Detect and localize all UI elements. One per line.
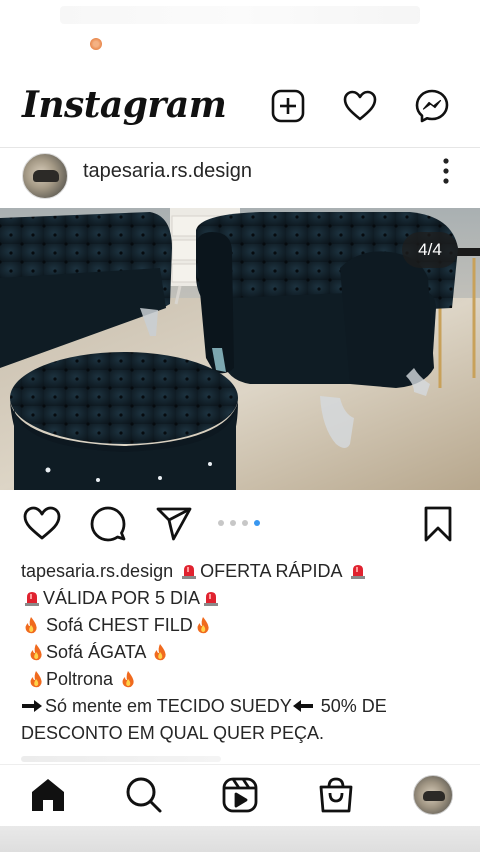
- fire-icon: [30, 644, 42, 661]
- profile-avatar[interactable]: [413, 775, 453, 815]
- caption-discount: 50% DE: [315, 696, 387, 716]
- home-icon[interactable]: [28, 775, 68, 815]
- new-post-icon[interactable]: [270, 88, 306, 124]
- share-icon[interactable]: [154, 504, 194, 544]
- fire-icon: [25, 617, 37, 634]
- post-avatar[interactable]: [22, 153, 68, 199]
- right-arrow-icon: [22, 700, 42, 712]
- status-bar: [0, 0, 480, 70]
- siren-icon: [182, 565, 197, 579]
- carousel-dot-active: [254, 520, 260, 526]
- heart-icon[interactable]: [342, 88, 378, 124]
- caption-line-3: Sofá CHEST FILD: [21, 612, 461, 639]
- caption-username[interactable]: tapesaria.rs.design: [21, 561, 173, 581]
- messenger-icon[interactable]: [414, 88, 450, 124]
- caption-line-5: Poltrona: [21, 666, 461, 693]
- comment-icon[interactable]: [88, 504, 128, 544]
- siren-icon: [350, 565, 365, 579]
- app-header: Instagram: [0, 70, 480, 148]
- caption-discount-2: DESCONTO EM QUAL QUER PEÇA.: [21, 723, 325, 743]
- carousel-dot: [218, 520, 224, 526]
- caption-offer: OFERTA RÁPIDA: [200, 561, 342, 581]
- status-bar-blur: [60, 6, 420, 24]
- instagram-logo[interactable]: Instagram: [22, 84, 227, 126]
- cut-off-text: [21, 756, 221, 762]
- notification-icon: [90, 38, 102, 50]
- fire-icon: [30, 671, 42, 688]
- caption-line-7: DESCONTO EM QUAL QUER PEÇA.: [21, 720, 461, 747]
- more-options-icon[interactable]: [436, 156, 456, 186]
- caption-line-2: VÁLIDA POR 5 DIA: [21, 585, 461, 612]
- system-navigation-bar: [0, 826, 480, 852]
- search-icon[interactable]: [124, 775, 164, 815]
- caption-sofa-chest: Sofá CHEST FILD: [41, 615, 193, 635]
- caption-poltrona: Poltrona: [46, 669, 119, 689]
- shop-icon[interactable]: [316, 775, 356, 815]
- bottom-navigation: [0, 764, 480, 826]
- fire-icon: [122, 671, 134, 688]
- carousel-page-indicator: 4/4: [402, 232, 458, 268]
- carousel-dot: [242, 520, 248, 526]
- post-header: tapesaria.rs.design: [0, 148, 480, 208]
- reels-icon[interactable]: [220, 775, 260, 815]
- like-icon[interactable]: [22, 504, 62, 544]
- fire-icon: [197, 617, 209, 634]
- carousel-dot: [230, 520, 236, 526]
- save-icon[interactable]: [418, 504, 458, 544]
- left-arrow-icon: [292, 700, 313, 712]
- caption-line-4: Sofá ÁGATA: [21, 639, 461, 666]
- caption-sofa-agata: Sofá ÁGATA: [46, 642, 151, 662]
- caption-fabric: Só mente em TECIDO SUEDY: [45, 696, 292, 716]
- caption-validity: VÁLIDA POR 5 DIA: [43, 588, 201, 608]
- fire-icon: [154, 644, 167, 661]
- post-actions: [0, 496, 480, 552]
- siren-icon: [204, 592, 219, 606]
- siren-icon: [25, 592, 39, 606]
- caption-line-1: tapesaria.rs.design OFERTA RÁPIDA: [21, 558, 461, 585]
- caption-line-6: Só mente em TECIDO SUEDY 50% DE: [21, 693, 461, 720]
- carousel-dots: [218, 520, 260, 526]
- post-username[interactable]: tapesaria.rs.design: [83, 160, 252, 183]
- post-caption: tapesaria.rs.design OFERTA RÁPIDA VÁLIDA…: [21, 558, 461, 747]
